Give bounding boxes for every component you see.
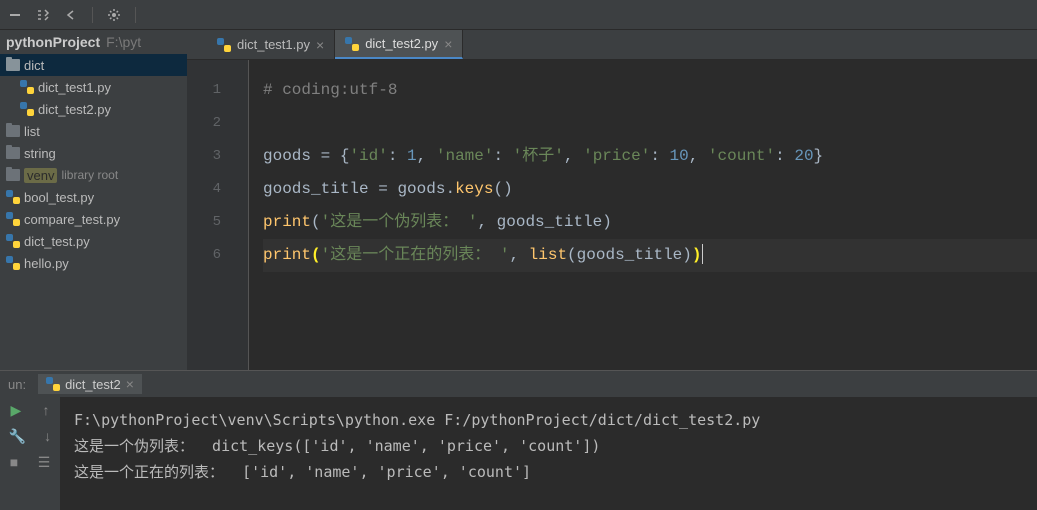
tree-item[interactable]: dict_test2.py — [0, 98, 187, 120]
tree-item[interactable]: list — [0, 120, 187, 142]
tree-item[interactable]: dict_test.py — [0, 230, 187, 252]
tab-label: dict_test2.py — [365, 36, 438, 51]
editor-tab[interactable]: dict_test2.py × — [335, 30, 463, 59]
separator — [92, 7, 93, 23]
cursor — [702, 244, 703, 264]
tree-item-label: hello.py — [24, 256, 69, 271]
breadcrumb[interactable]: pythonProject F:\pyt — [0, 30, 187, 54]
fold-column — [235, 60, 249, 370]
editor-tab[interactable]: dict_test1.py × — [207, 30, 335, 59]
minus-icon[interactable] — [8, 8, 22, 22]
tree-item-label: dict_test2.py — [38, 102, 111, 117]
folder-icon — [6, 147, 20, 159]
python-icon — [6, 190, 20, 204]
python-icon — [6, 256, 20, 270]
tree-item-label: venv — [24, 168, 57, 183]
up-arrow-icon[interactable]: ↑ — [42, 402, 49, 418]
tree-item-label: compare_test.py — [24, 212, 120, 227]
python-icon — [46, 377, 60, 391]
tree-item-label: string — [24, 146, 56, 161]
tree-item[interactable]: bool_test.py — [0, 186, 187, 208]
stop-icon[interactable]: ■ — [10, 454, 18, 470]
editor-area: dict_test1.py × dict_test2.py × 123456 # co… — [187, 30, 1037, 370]
wrench-icon[interactable]: 🔧 — [9, 428, 26, 445]
run-title: un: — [8, 377, 26, 392]
project-name: pythonProject — [6, 34, 100, 50]
run-tab-label: dict_test2 — [65, 377, 121, 392]
project-tree: dict dict_test1.py dict_test2.pylist string… — [0, 54, 187, 370]
folder-icon — [6, 169, 20, 181]
close-icon[interactable]: × — [126, 376, 134, 392]
separator — [135, 7, 136, 23]
play-icon[interactable]: ▶ — [11, 402, 22, 419]
menu-icon[interactable]: ☰ — [38, 454, 51, 471]
expand-icon[interactable] — [36, 8, 50, 22]
tree-item[interactable]: venv library root — [0, 164, 187, 186]
folder-icon — [6, 125, 20, 137]
close-icon[interactable]: × — [444, 36, 452, 52]
tree-item[interactable]: dict — [0, 54, 187, 76]
tree-item-label: bool_test.py — [24, 190, 94, 205]
project-path: F:\pyt — [106, 34, 141, 50]
tree-item-label: dict_test1.py — [38, 80, 111, 95]
python-icon — [20, 102, 34, 116]
back-icon[interactable] — [64, 8, 78, 22]
code[interactable]: # coding:utf-8 goods = {'id': 1, 'name':… — [249, 60, 1037, 370]
run-sidebar: ▶ ↑ 🔧 ↓ ■ ☰ — [0, 397, 60, 510]
tree-item[interactable]: dict_test1.py — [0, 76, 187, 98]
gutter: 123456 — [187, 60, 235, 370]
comment: # coding:utf-8 — [263, 81, 397, 99]
tree-item-hint: library root — [61, 168, 118, 182]
run-panel: un: dict_test2 × ▶ ↑ 🔧 ↓ ■ ☰ F:\pythonProje… — [0, 370, 1037, 510]
tree-item-label: dict_test.py — [24, 234, 90, 249]
run-tab[interactable]: dict_test2 × — [38, 374, 142, 394]
python-icon — [20, 80, 34, 94]
project-sidebar: pythonProject F:\pyt dictdict_test1.pydi… — [0, 30, 187, 370]
gear-icon[interactable] — [107, 8, 121, 22]
tree-item-label: list — [24, 124, 40, 139]
tab-label: dict_test1.py — [237, 37, 310, 52]
tree-item[interactable]: compare_test.py — [0, 208, 187, 230]
python-icon — [345, 37, 359, 51]
python-icon — [6, 212, 20, 226]
folder-icon — [6, 59, 20, 71]
editor[interactable]: 123456 # coding:utf-8 goods = {'id': 1, … — [187, 60, 1037, 370]
tree-item-label: dict — [24, 58, 44, 73]
top-toolbar — [0, 0, 1037, 30]
console-output[interactable]: F:\pythonProject\venv\Scripts\python.exe… — [60, 397, 1037, 510]
run-tabs: un: dict_test2 × — [0, 371, 1037, 397]
down-arrow-icon[interactable]: ↓ — [44, 428, 51, 444]
editor-tabs: dict_test1.py × dict_test2.py × — [187, 30, 1037, 60]
close-icon[interactable]: × — [316, 37, 324, 53]
python-icon — [217, 38, 231, 52]
python-icon — [6, 234, 20, 248]
tree-item[interactable]: hello.py — [0, 252, 187, 274]
tree-item[interactable]: string — [0, 142, 187, 164]
